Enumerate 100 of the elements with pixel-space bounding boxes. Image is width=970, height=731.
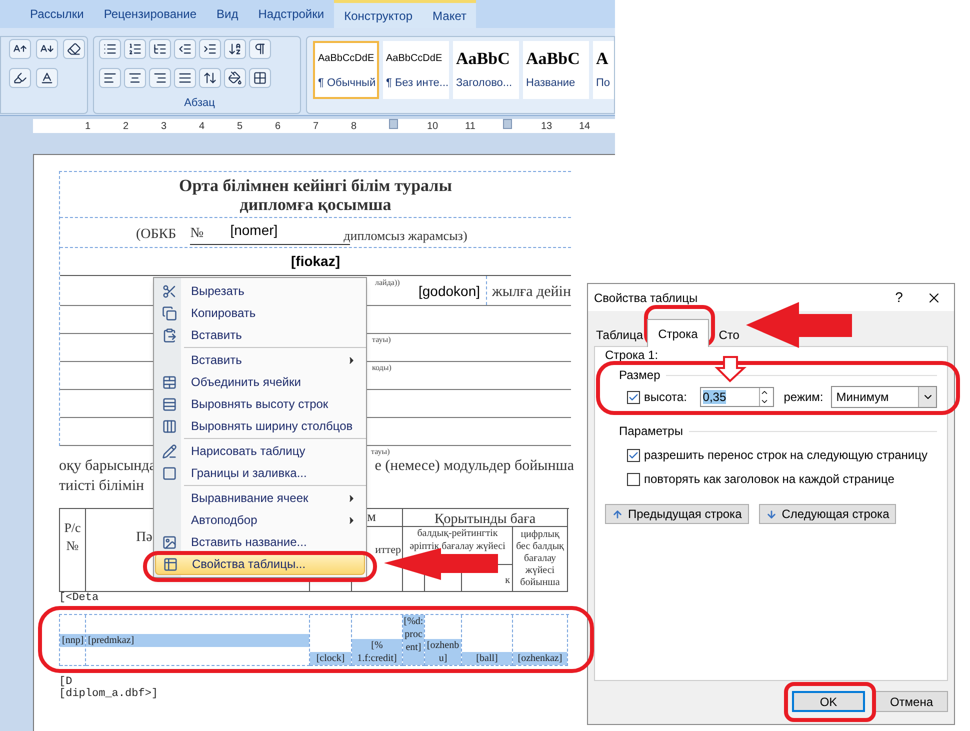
dialog-tab[interactable]: Строка — [647, 319, 709, 347]
line-spacing-icon[interactable] — [199, 68, 221, 88]
menu-item[interactable]: Свойства таблицы... — [155, 553, 365, 575]
merge-field: [ozhenbu] — [425, 639, 461, 665]
justify-icon[interactable] — [174, 68, 196, 88]
bullets-icon[interactable] — [99, 39, 121, 59]
menu-item[interactable]: Вставить — [155, 349, 365, 371]
ruler-number: 4 — [199, 120, 205, 132]
style-swatch[interactable]: A По — [593, 41, 614, 99]
pilcrow-icon[interactable] — [249, 39, 271, 59]
diploma-series-label: (ОБКБ — [136, 226, 176, 244]
highlighter-icon[interactable] — [9, 68, 31, 88]
borders-icon[interactable] — [249, 68, 271, 88]
height-label: высота: — [644, 389, 688, 406]
columns-icon — [162, 418, 176, 434]
row-nav-button[interactable]: Предыдущая строка — [605, 504, 749, 524]
style-swatch[interactable]: AaBbC Заголово... — [453, 41, 519, 99]
mode-select[interactable]: Минимум — [831, 386, 938, 408]
highlight-frame — [644, 305, 715, 347]
ruler-number: 13 — [541, 120, 552, 132]
ruler-number: 14 — [579, 120, 590, 132]
scissors-icon — [162, 284, 176, 298]
style-swatch[interactable]: AaBbCcDdE ¶ Обычный — [313, 41, 379, 99]
row-nav-button[interactable]: Следующая строка — [758, 504, 896, 524]
column-marker-icon[interactable] — [389, 119, 398, 128]
menu-item[interactable]: Вырезать — [155, 280, 365, 302]
ruler-number: 3 — [161, 120, 167, 132]
option-label: повторять как заголовок на каждой странице — [644, 471, 894, 488]
ribbon-tab[interactable]: Макет — [422, 0, 476, 28]
ribbon-tab[interactable]: Надстройки — [248, 0, 334, 28]
ribbon-tab[interactable]: Вид — [206, 0, 248, 28]
align-center-icon[interactable] — [124, 68, 146, 88]
ribbon-tab[interactable]: Рассылки — [20, 0, 94, 28]
menu-item[interactable]: Границы и заливка... — [155, 462, 365, 484]
year-label: жылға дейін — [492, 282, 571, 302]
menu-item[interactable]: Выровнять ширину столбцов — [155, 415, 365, 437]
ruler-number: 8 — [351, 120, 357, 132]
merge-field: [predmkaz] — [86, 634, 309, 646]
menu-item[interactable]: Копировать — [155, 302, 365, 324]
multilevel-list-icon[interactable] — [149, 39, 171, 59]
checkbox[interactable] — [627, 390, 640, 404]
placeholder-field: [fiokaz] — [291, 251, 340, 272]
menu-item[interactable]: Нарисовать таблицу — [155, 440, 365, 462]
grow-font-icon[interactable] — [9, 39, 31, 59]
sort-icon[interactable] — [224, 39, 246, 59]
style-swatch[interactable]: AaBbCcDdE ¶ Без инте... — [383, 41, 449, 99]
style-sample: AaBbC — [456, 48, 510, 69]
group-label: Абзац — [183, 96, 216, 111]
align-right-icon[interactable] — [149, 68, 171, 88]
style-swatch[interactable]: AaBbC Название — [523, 41, 589, 99]
hint-text: коды) — [372, 362, 392, 374]
menu-item[interactable]: Выровнять высоту строк — [155, 393, 365, 415]
font-color-icon[interactable] — [36, 68, 58, 88]
indent-icon[interactable] — [199, 39, 221, 59]
spin-up-icon[interactable] — [760, 388, 769, 397]
spin-down-icon[interactable] — [760, 397, 769, 406]
table-header-cell: Қорытынды баға — [403, 509, 568, 527]
clear-format-icon[interactable] — [63, 39, 85, 59]
hollow-down-arrow — [714, 356, 747, 382]
dialog-tab[interactable]: Таблица — [592, 324, 648, 346]
menu-item[interactable]: Объединить ячейки — [155, 371, 365, 393]
style-name: ¶ Без инте... — [386, 76, 449, 91]
page-icon — [162, 466, 176, 480]
style-sample: AaBbCcDdE — [386, 52, 442, 66]
option-label: разрешить перенос строк на следующую страницу — [644, 447, 928, 464]
copy-icon — [162, 306, 176, 320]
menu-item[interactable]: Вставить — [155, 324, 365, 346]
shading-icon[interactable] — [224, 68, 246, 88]
outdent-icon[interactable] — [174, 39, 196, 59]
height-spin-field[interactable]: 0,35 — [700, 387, 774, 407]
dialog-button[interactable]: Отмена — [875, 691, 948, 712]
validity-text: дипломсыз жарамсыз) — [344, 226, 468, 245]
hint-text: лайда)) — [375, 277, 400, 289]
ribbon-tab[interactable]: Конструктор — [334, 0, 423, 28]
dialog-tab[interactable]: Сто — [708, 324, 750, 346]
ruler-number: 2 — [123, 120, 129, 132]
template-tag: [diplom_a.dbf>] — [59, 688, 158, 700]
shrink-font-icon[interactable] — [36, 39, 58, 59]
picture-icon — [162, 534, 176, 550]
hint-text: тауы) — [371, 447, 390, 456]
checkbox[interactable] — [627, 472, 640, 486]
ribbon-tab[interactable]: Рецензирование — [94, 0, 207, 28]
pencil-icon — [162, 444, 176, 458]
merge-cells-icon — [162, 374, 176, 390]
numbering-icon[interactable] — [124, 39, 146, 59]
menu-item[interactable]: Выравнивание ячеек — [155, 487, 365, 509]
paragraph-text: тиісті білімін — [59, 478, 144, 494]
document-title: Орта білімнен кейінгі білім туралы — [179, 176, 452, 194]
style-sample: AaBbCcDdE — [318, 52, 374, 66]
help-button[interactable]: ? — [884, 287, 914, 308]
dialog-button[interactable]: OK — [792, 691, 865, 712]
style-sample: A — [596, 48, 608, 69]
document-title: дипломға қосымша — [240, 194, 392, 214]
group-label: Размер — [619, 368, 660, 382]
ruler-number: 1 — [85, 120, 91, 132]
ruler-number: 7 — [313, 120, 319, 132]
style-name: ¶ Обычный — [318, 76, 376, 91]
checkbox[interactable] — [627, 448, 640, 462]
align-left-icon[interactable] — [99, 68, 121, 88]
column-marker-icon[interactable] — [503, 119, 512, 128]
